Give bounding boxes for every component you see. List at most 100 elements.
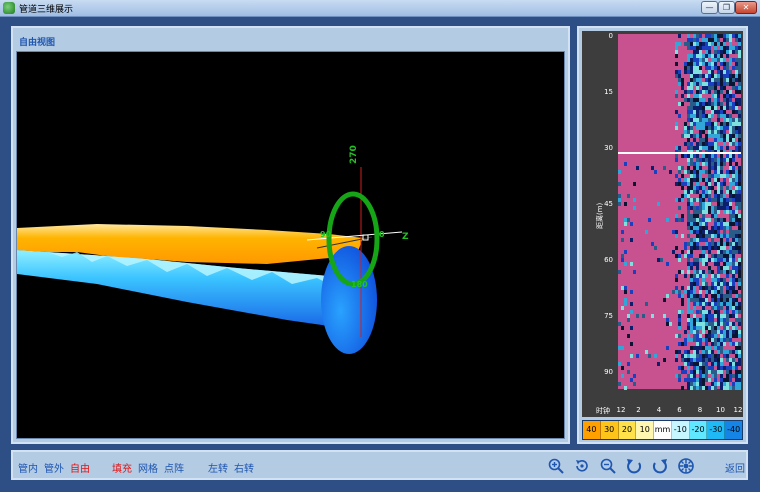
- heatmap-cell: [735, 130, 738, 134]
- heatmap-cell: [735, 190, 738, 194]
- heatmap-cell: [717, 242, 720, 246]
- heatmap-cell: [687, 382, 690, 386]
- heatmap-cell: [726, 118, 729, 122]
- heatmap-cell: [678, 114, 681, 118]
- heatmap-cell: [726, 126, 729, 130]
- heatmap-cell: [732, 122, 735, 126]
- heatmap-cell: [735, 270, 738, 274]
- heatmap-cell: [735, 294, 738, 298]
- heatmap-cell: [729, 198, 732, 202]
- heatmap-cell: [735, 170, 738, 174]
- reset-view-icon[interactable]: [573, 457, 591, 475]
- heatmap-cell: [675, 358, 678, 362]
- heatmap-cell: [729, 222, 732, 226]
- maximize-button[interactable]: ❐: [718, 1, 735, 14]
- dot-mode-button[interactable]: 点阵: [164, 460, 184, 475]
- settings-icon[interactable]: [677, 457, 695, 475]
- pipe-3d-scene: [17, 167, 403, 354]
- zoom-in-icon[interactable]: [547, 457, 565, 475]
- heatmap-cell: [687, 194, 690, 198]
- heatmap-cell: [696, 362, 699, 366]
- minimize-button[interactable]: —: [701, 1, 718, 14]
- heatmap-cell: [735, 230, 738, 234]
- heatmap-cell: [681, 94, 684, 98]
- heatmap-cell: [732, 254, 735, 258]
- rotate-ccw-icon[interactable]: [625, 457, 643, 475]
- heatmap-cell: [714, 210, 717, 214]
- heatmap-cell: [720, 106, 723, 110]
- heatmap-cell: [693, 274, 696, 278]
- heatmap-cell: [693, 378, 696, 382]
- heatmap-cell: [705, 142, 708, 146]
- heatmap-cell: [726, 298, 729, 302]
- heatmap-cell: [618, 170, 621, 174]
- heatmap-cell: [726, 134, 729, 138]
- heatmap-cell: [678, 198, 681, 202]
- heatmap-cell: [693, 210, 696, 214]
- heatmap-cell: [714, 222, 717, 226]
- heatmap-cell: [702, 326, 705, 330]
- 3d-viewport[interactable]: 270 0 90 180 Z: [16, 51, 565, 439]
- heatmap-cell: [732, 306, 735, 310]
- inner-view-button[interactable]: 管内: [18, 460, 38, 475]
- heatmap-cell: [702, 54, 705, 58]
- zoom-out-icon[interactable]: [599, 457, 617, 475]
- heatmap-cell: [711, 354, 714, 358]
- heatmap-cell: [696, 218, 699, 222]
- heatmap-cell: [711, 318, 714, 322]
- heatmap-cell: [732, 58, 735, 62]
- heatmap-cell: [720, 342, 723, 346]
- rotate-right-button[interactable]: 右转: [234, 460, 254, 475]
- heatmap-cell: [690, 310, 693, 314]
- close-button[interactable]: ✕: [735, 1, 757, 14]
- heatmap-cell: [696, 146, 699, 150]
- heatmap-cell: [708, 318, 711, 322]
- heatmap-cell: [723, 314, 726, 318]
- heatmap-cell: [729, 370, 732, 374]
- heatmap-cell: [699, 366, 702, 370]
- rotate-cw-icon[interactable]: [651, 457, 669, 475]
- heatmap-cell: [708, 270, 711, 274]
- back-button[interactable]: 返回: [725, 460, 745, 475]
- heatmap-cell: [690, 174, 693, 178]
- heatmap-cell: [720, 226, 723, 230]
- heatmap-cell: [690, 386, 693, 390]
- heatmap-cell: [717, 110, 720, 114]
- heatmap-cell: [693, 294, 696, 298]
- heatmap-cell: [708, 310, 711, 314]
- heatmap-cell: [714, 142, 717, 146]
- heatmap-cell: [738, 154, 741, 158]
- heatmap-cell: [651, 314, 654, 318]
- heatmap-cell: [735, 370, 738, 374]
- heatmap-cell: [699, 106, 702, 110]
- heatmap-cell: [708, 350, 711, 354]
- heatmap-cell: [693, 218, 696, 222]
- heatmap-cell: [738, 50, 741, 54]
- heatmap-cell: [693, 122, 696, 126]
- outer-view-button[interactable]: 管外: [44, 460, 64, 475]
- heatmap-cell: [687, 158, 690, 162]
- heatmap-cell: [723, 278, 726, 282]
- free-view-button[interactable]: 自由: [70, 460, 90, 475]
- heatmap-cell: [690, 110, 693, 114]
- legend-cell: mm: [654, 421, 672, 439]
- x-tick-label: 10: [716, 406, 725, 414]
- heatmap-cell: [681, 250, 684, 254]
- heatmap-cell: [690, 282, 693, 286]
- heatmap-cell: [714, 326, 717, 330]
- heatmap-cell: [726, 282, 729, 286]
- heatmap-cell: [726, 326, 729, 330]
- heatmap-cell: [720, 278, 723, 282]
- fill-mode-button[interactable]: 填充: [112, 460, 132, 475]
- heatmap-cell: [714, 86, 717, 90]
- heatmap-cell: [696, 338, 699, 342]
- heatmap-cell: [705, 222, 708, 226]
- heatmap-cell: [696, 86, 699, 90]
- heatmap-cell: [732, 302, 735, 306]
- heatmap-cell: [687, 226, 690, 230]
- heatmap-cell: [696, 162, 699, 166]
- unwrapped-heatmap-chart[interactable]: 0 15 30 45 60 75 90 12 2 4 6 8 10 12 距离(m) 时钟: [582, 31, 743, 417]
- heatmap-cell: [711, 94, 714, 98]
- grid-mode-button[interactable]: 网格: [138, 460, 158, 475]
- rotate-left-button[interactable]: 左转: [208, 460, 228, 475]
